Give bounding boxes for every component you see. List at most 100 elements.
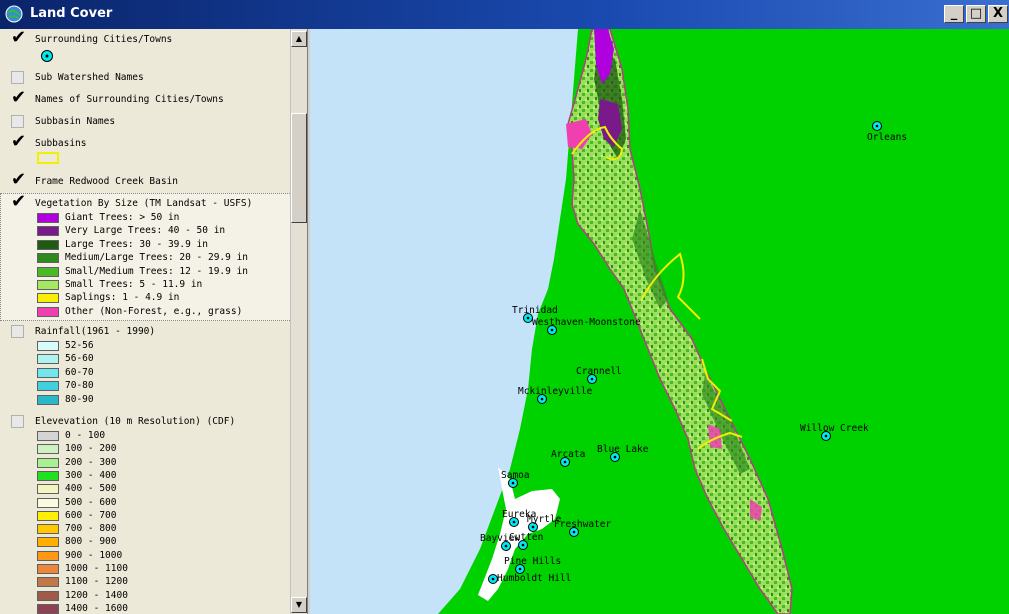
rainfall-class-swatch — [37, 381, 59, 392]
layer-name-vegetation: Vegetation By Size (TM Landsat - USFS) — [35, 198, 253, 209]
layer-name-rainfall: Rainfall(1961 - 1990) — [35, 326, 156, 337]
elevation-class-label: 1200 - 1400 — [65, 589, 128, 601]
layer-checkbox-vegetation[interactable] — [11, 191, 26, 212]
town-marker-dot — [531, 525, 535, 529]
elevation-class-swatch — [37, 577, 59, 588]
vegetation-class-swatch — [37, 266, 59, 277]
elevation-class-label: 1000 - 1100 — [65, 563, 128, 574]
vegetation-class-label: Other (Non-Forest, e.g., grass) — [65, 305, 243, 317]
layer-checkbox-subbasins[interactable] — [11, 131, 26, 152]
layer-name-subwatershed-names: Sub Watershed Names — [35, 72, 144, 83]
town-label: Arcata — [551, 449, 585, 460]
rainfall-class-swatch — [37, 367, 59, 378]
toc-scrollbar[interactable]: ▲ ▼ — [290, 29, 307, 614]
layer-name-subbasin-names: Subbasin Names — [35, 116, 116, 127]
vegetation-class-label: Very Large Trees: 40 - 50 in — [65, 225, 226, 237]
layer-checkbox-city-names[interactable] — [11, 87, 26, 108]
vegetation-class-label: Large Trees: 30 - 39.9 in — [65, 238, 208, 250]
elevation-class-label: 100 - 200 — [65, 443, 117, 455]
elevation-class-swatch — [37, 484, 59, 495]
layer-checkbox-cities[interactable] — [11, 29, 26, 48]
window-title: Land Cover — [30, 6, 113, 21]
town-marker-dot — [613, 455, 617, 459]
layer-name-subbasins: Subbasins — [35, 138, 87, 149]
layer-name-frame: Frame Redwood Creek Basin — [35, 176, 178, 187]
rainfall-class-label: 80-90 — [65, 393, 94, 405]
elevation-class-label: 500 - 600 — [65, 496, 117, 508]
elevation-class-label: 200 - 300 — [65, 456, 117, 468]
layer-checkbox-frame[interactable] — [11, 169, 26, 190]
table-of-contents: Surrounding Cities/Towns Sub Watershed N… — [0, 29, 308, 614]
elevation-class-swatch — [37, 603, 59, 614]
town-label: Willow Creek — [800, 423, 869, 434]
elevation-class-swatch — [37, 470, 59, 481]
town-label: Cutten — [509, 532, 543, 543]
rainfall-class-label: 56-60 — [65, 353, 94, 365]
maximize-button[interactable]: □ — [966, 5, 986, 23]
layer-name-cities: Surrounding Cities/Towns — [35, 34, 173, 45]
town-marker-dot — [521, 543, 525, 547]
elevation-class-swatch — [37, 510, 59, 521]
elevation-class-label: 900 - 1000 — [65, 549, 123, 561]
layer-name-elevation: Elevevation (10 m Resolution) (CDF) — [35, 416, 236, 427]
town-marker-dot — [875, 124, 879, 128]
subbasin-symbol — [37, 152, 59, 164]
vegetation-class-label: Saplings: 1 - 4.9 in — [65, 292, 180, 304]
scroll-down-button[interactable]: ▼ — [291, 597, 307, 613]
elevation-class-label: 700 - 800 — [65, 523, 117, 535]
elevation-class-label: 800 - 900 — [65, 536, 117, 548]
vegetation-class-label: Small Trees: 5 - 11.9 in — [65, 279, 203, 290]
elevation-class-label: 1100 - 1200 — [65, 576, 128, 588]
elevation-class-swatch — [37, 444, 59, 455]
elevation-class-label: 600 - 700 — [65, 509, 117, 521]
elevation-class-swatch — [37, 457, 59, 468]
town-marker-dot — [550, 328, 554, 332]
town-marker-dot — [563, 460, 567, 464]
scroll-up-button[interactable]: ▲ — [291, 31, 307, 47]
town-label: Pine Hills — [504, 556, 561, 567]
title-bar: Land Cover _ □ X — [0, 0, 1009, 29]
map-view[interactable]: Orleans Trinidad Westhaven-Moonstone Cranne… — [310, 29, 1009, 614]
minimize-button[interactable]: _ — [944, 5, 964, 23]
elevation-class-swatch — [37, 537, 59, 548]
elevation-class-label: 1400 - 1600 — [65, 602, 128, 614]
vegetation-class-label: Medium/Large Trees: 20 - 29.9 in — [65, 252, 249, 264]
town-label: Orleans — [867, 132, 907, 143]
layer-checkbox-elevation[interactable] — [11, 415, 24, 428]
vegetation-class-label: Small/Medium Trees: 12 - 19.9 in — [65, 265, 249, 277]
layer-checkbox-subwatershed-names[interactable] — [11, 71, 24, 84]
town-marker-dot — [504, 544, 508, 548]
town-marker-dot — [824, 434, 828, 438]
town-symbol-icon — [41, 50, 53, 62]
elevation-class-swatch — [37, 524, 59, 535]
vegetation-class-swatch — [37, 280, 59, 290]
town-label: Crannell — [576, 366, 622, 377]
vegetation-class-swatch — [37, 226, 59, 237]
elevation-class-label: 400 - 500 — [65, 483, 117, 495]
vegetation-class-label: Giant Trees: > 50 in — [65, 212, 180, 223]
layer-checkbox-rainfall[interactable] — [11, 325, 24, 338]
town-label: Humboldt Hill — [497, 573, 571, 584]
town-label: Trinidad — [512, 305, 558, 316]
elevation-class-swatch — [37, 564, 59, 574]
town-marker-dot — [526, 316, 530, 320]
town-label: Mckinleyville — [518, 386, 593, 397]
elevation-class-swatch — [37, 590, 59, 601]
layer-checkbox-subbasin-names[interactable] — [11, 115, 24, 128]
town-marker-dot — [572, 530, 576, 534]
vegetation-class-swatch — [37, 213, 59, 223]
map-canvas[interactable]: Orleans TrinidadWesthaven-Moonstone Cranne… — [310, 29, 1009, 614]
town-marker-dot — [512, 520, 516, 524]
elevation-class-swatch — [37, 431, 59, 441]
vegetation-class-swatch — [37, 306, 59, 317]
layer-name-city-names: Names of Surrounding Cities/Towns — [35, 94, 224, 105]
scroll-thumb[interactable] — [291, 113, 307, 223]
town-label: Westhaven-Moonstone — [532, 317, 641, 328]
rainfall-class-label: 70-80 — [65, 380, 94, 392]
close-button[interactable]: X — [988, 5, 1008, 23]
town-marker-dot — [491, 577, 495, 581]
elevation-class-label: 300 - 400 — [65, 469, 117, 481]
town-marker-dot — [540, 397, 544, 401]
elevation-class-label: 0 - 100 — [65, 430, 106, 441]
rainfall-class-label: 52-56 — [65, 340, 94, 351]
